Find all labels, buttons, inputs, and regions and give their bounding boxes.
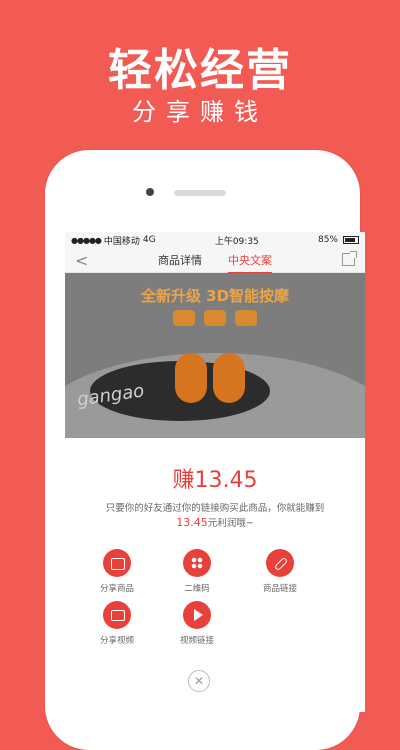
app-screen: ●●●●● 中国移动 4G 上午09:35 85% < 商品详情 中央文案 全新… — [65, 232, 365, 712]
share-options-grid: 分享商品 二维码 商品链接 分享视频 视频链接 — [65, 549, 365, 659]
share-option-label: 分享视频 — [99, 636, 134, 646]
battery-icon — [342, 236, 359, 244]
promo-headline: 轻松经营 — [108, 45, 292, 96]
share-option-label: 二维码 — [184, 584, 210, 594]
video-link-option[interactable]: 视频链接 — [162, 601, 232, 646]
top-nav: < 商品详情 中央文案 — [65, 248, 365, 274]
share-product-option[interactable]: 分享商品 — [82, 549, 152, 594]
tab-central-copy[interactable]: 中央文案 — [228, 248, 272, 274]
link-icon — [266, 549, 294, 577]
feature-chip-icon — [173, 310, 195, 326]
share-option-label: 视频链接 — [179, 636, 214, 646]
earn-description: 只要你的好友通过你的链接购买此商品，你就能赚到 13.45元利润哦~ — [65, 502, 365, 531]
share-option-label: 分享商品 — [99, 584, 134, 594]
earn-desc-amount: 13.45 — [176, 516, 208, 529]
speaker-slot — [174, 190, 226, 196]
massager-knobs — [127, 343, 297, 403]
qr-code-icon — [183, 549, 211, 577]
qr-code-option[interactable]: 二维码 — [162, 549, 232, 594]
share-video-option[interactable]: 分享视频 — [82, 601, 152, 646]
earn-desc-text: 只要你的好友通过你的链接购买此商品，你就能赚到 — [105, 503, 325, 514]
carrier-label: 中国移动 — [103, 236, 140, 247]
close-icon[interactable]: ✕ — [188, 670, 210, 692]
product-link-option[interactable]: 商品链接 — [245, 549, 315, 594]
tv-icon — [103, 601, 131, 629]
status-time: 上午09:35 — [214, 236, 259, 247]
bag-icon — [103, 549, 131, 577]
feature-chip-icon — [204, 310, 226, 326]
product-banner: 全新升级 3D智能按摩 gangao — [65, 273, 365, 438]
earn-amount-title: 赚13.45 — [172, 468, 258, 493]
signal-icon: ●●●●● — [71, 235, 102, 245]
promo-subline: 分享赚钱 — [132, 98, 268, 126]
share-icon[interactable] — [342, 251, 357, 266]
banner-title: 全新升级 3D智能按摩 — [140, 287, 290, 305]
back-chevron-icon[interactable]: < — [75, 251, 88, 270]
feature-chips — [65, 310, 365, 326]
battery-percent: 85% — [317, 235, 338, 245]
feature-chip-icon — [235, 310, 257, 326]
play-icon — [183, 601, 211, 629]
knob-shape — [213, 353, 245, 403]
status-bar: ●●●●● 中国移动 4G 上午09:35 85% — [65, 232, 365, 248]
share-option-label: 商品链接 — [262, 584, 297, 594]
knob-shape — [175, 353, 207, 403]
camera-dot — [146, 188, 154, 196]
network-label: 4G — [142, 235, 156, 245]
earn-desc-suffix: 元利润哦~ — [207, 518, 254, 529]
tab-product-details[interactable]: 商品详情 — [158, 248, 202, 272]
